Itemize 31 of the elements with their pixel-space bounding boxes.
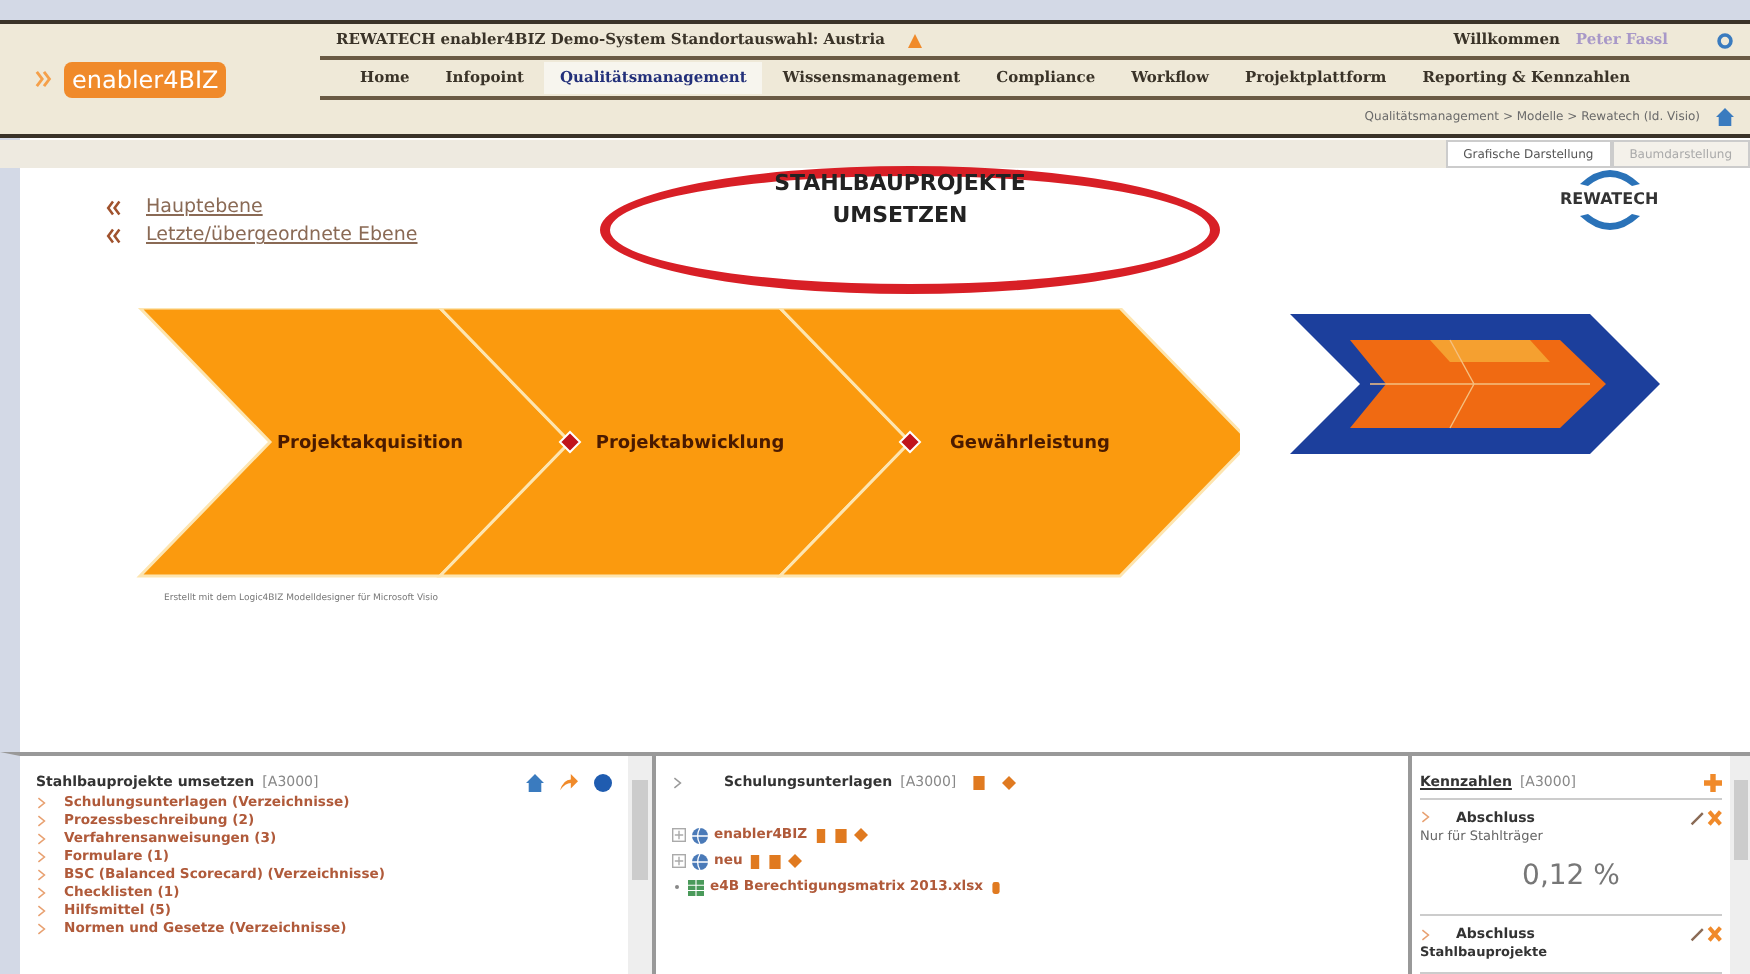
double-chevron-icon[interactable] bbox=[104, 200, 122, 217]
nav-link[interactable]: Hauptebene bbox=[146, 194, 263, 224]
step-label[interactable]: Projektakquisition bbox=[276, 434, 464, 455]
globe-icon bbox=[692, 827, 708, 843]
globe-icon bbox=[692, 853, 708, 869]
home-icon[interactable] bbox=[526, 773, 544, 792]
double-chevron-icon bbox=[32, 70, 56, 89]
app-logo[interactable]: enabler4BIZ bbox=[64, 61, 227, 98]
edit-delete-icon[interactable] bbox=[1690, 926, 1722, 942]
add-icon[interactable] bbox=[1704, 773, 1722, 792]
bullet-icon bbox=[672, 882, 682, 892]
scrollbar[interactable] bbox=[628, 756, 652, 974]
process-chevron-drawing[interactable] bbox=[136, 308, 1240, 579]
chevron-icon bbox=[1420, 810, 1432, 825]
chevron-icon[interactable] bbox=[672, 775, 684, 790]
arrow-icon[interactable] bbox=[560, 773, 578, 792]
expand-icon[interactable] bbox=[672, 828, 686, 842]
nav-link[interactable]: Letzte/übergeordnete Ebene bbox=[146, 222, 418, 252]
company-logo: REWATECH bbox=[1560, 164, 1659, 237]
step-label[interactable]: Projektabwicklung bbox=[595, 434, 785, 455]
expand-icon[interactable] bbox=[672, 854, 686, 868]
edit-delete-icon[interactable] bbox=[1690, 809, 1722, 826]
process-model-drawing[interactable] bbox=[1290, 314, 1660, 455]
chevron-icon bbox=[1420, 927, 1432, 941]
double-chevron-icon[interactable] bbox=[104, 228, 122, 245]
home-icon[interactable] bbox=[1716, 107, 1734, 125]
scrollbar[interactable] bbox=[1730, 756, 1750, 974]
spreadsheet-icon bbox=[688, 879, 704, 895]
kpi-value: 0,12 % bbox=[1520, 857, 1622, 896]
step-label[interactable]: Gewährleistung bbox=[950, 434, 1110, 455]
model-title: STAHLBAUPROJEKTE UMSETZEN bbox=[772, 168, 1028, 233]
